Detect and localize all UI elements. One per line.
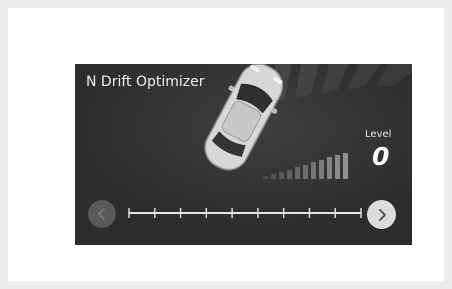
chevron-left-icon — [98, 208, 105, 220]
next-button[interactable] — [367, 200, 396, 229]
chevron-right-icon — [378, 208, 386, 221]
level-indicator-bars — [263, 153, 348, 179]
previous-button[interactable] — [88, 200, 116, 228]
level-value: 0 — [372, 142, 390, 171]
page-frame: N Drift Optimizer Level 0 — [8, 8, 444, 281]
level-slider[interactable] — [127, 200, 363, 226]
drift-optimizer-screen: N Drift Optimizer Level 0 — [75, 64, 412, 245]
level-label: Level — [365, 129, 392, 140]
